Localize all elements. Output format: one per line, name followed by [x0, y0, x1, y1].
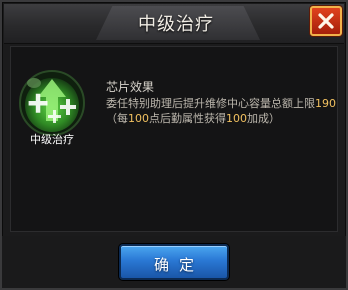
chip-label: 中级治疗 [30, 133, 74, 146]
effect-line1-text: 委任特别助理后提升维修中心容量总额上限 [106, 97, 315, 110]
confirm-button-label: 确定 [153, 256, 204, 274]
confirm-button[interactable]: 确定 [119, 244, 229, 280]
dialog-title: 中级治疗 [138, 14, 214, 35]
effect-per-points: 100 [128, 112, 149, 125]
effect-line2-close: 加成） [247, 112, 280, 125]
effect-cap-value: 190 [315, 97, 336, 110]
effect-line2-mid: 点后勤属性获得 [149, 112, 226, 125]
effect-bonus-value: 100 [226, 112, 247, 125]
effect-line2-open: （每 [106, 112, 128, 125]
chip-icon-container [18, 69, 86, 137]
effect-description: 委任特别助理后提升维修中心容量总额上限190 （每100点后勤属性获得100加成… [106, 96, 338, 126]
title-bar: 中级治疗 [4, 4, 344, 44]
close-button[interactable] [310, 6, 342, 36]
healing-arrow-plus-icon [19, 70, 85, 136]
effect-title: 芯片效果 [106, 80, 155, 94]
close-x-icon [318, 13, 334, 29]
